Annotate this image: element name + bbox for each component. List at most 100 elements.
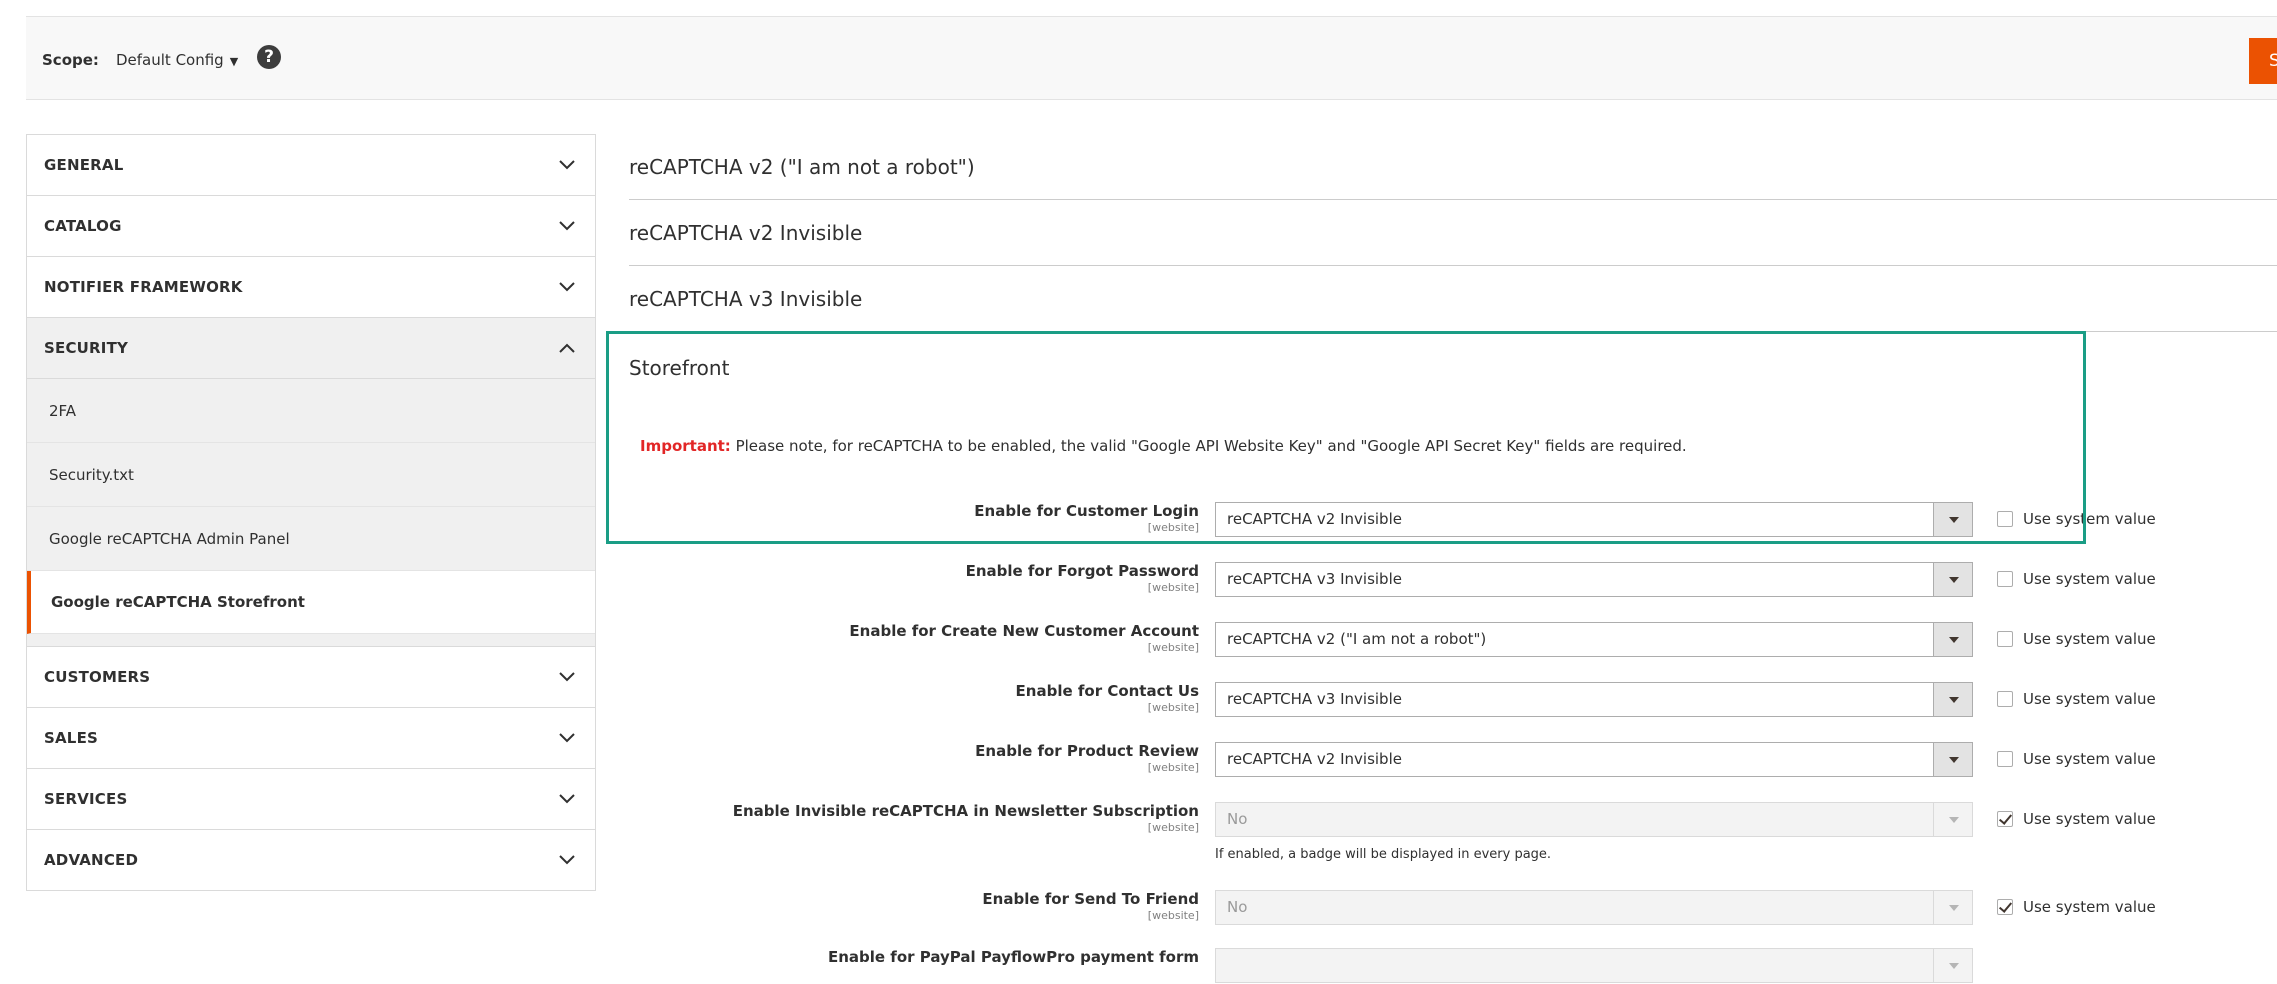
field-label: Enable Invisible reCAPTCHA in Newsletter… <box>732 802 1199 820</box>
group-recaptcha-v3-invisible[interactable]: reCAPTCHA v3 Invisible <box>629 266 2277 332</box>
question-icon[interactable]: ? <box>257 45 281 69</box>
caret-down-icon <box>1933 623 1972 656</box>
field-scope: [website] <box>1147 521 1199 534</box>
caret-down-icon <box>1933 683 1972 716</box>
use-system-checkbox[interactable] <box>1997 631 2013 647</box>
important-notice: Important: Please note, for reCAPTCHA to… <box>640 437 1687 455</box>
scope-value: Default Config <box>116 51 224 69</box>
use-system-label: Use system value <box>2023 510 2156 528</box>
use-system-value[interactable]: Use system value <box>1997 510 2156 528</box>
use-system-label: Use system value <box>2023 750 2156 768</box>
section-label: SECURITY <box>44 339 129 357</box>
create-account-select[interactable]: reCAPTCHA v2 ("I am not a robot") <box>1215 622 1973 657</box>
field-row-send-to-friend: Enable for Send To Friend [website] No U… <box>0 890 2277 926</box>
sidebar-item-2fa[interactable]: 2FA <box>27 379 595 443</box>
save-config-button[interactable]: Save Config <box>2249 38 2277 84</box>
field-label: Enable for Contact Us <box>1015 682 1199 700</box>
chevron-up-icon <box>559 343 575 353</box>
paypal-payflowpro-select[interactable] <box>1215 948 1973 983</box>
select-value: reCAPTCHA v2 Invisible <box>1227 510 1402 528</box>
field-row-newsletter: Enable Invisible reCAPTCHA in Newsletter… <box>0 802 2277 862</box>
section-label: CATALOG <box>44 217 122 235</box>
field-label: Enable for Send To Friend <box>982 890 1199 908</box>
select-value: reCAPTCHA v3 Invisible <box>1227 570 1402 588</box>
field-label: Enable for Forgot Password <box>965 562 1199 580</box>
use-system-checkbox[interactable] <box>1997 691 2013 707</box>
field-row-forgot-password: Enable for Forgot Password [website] reC… <box>0 562 2277 598</box>
caret-down-icon <box>1933 803 1972 836</box>
section-label: NOTIFIER FRAMEWORK <box>44 278 243 296</box>
scope-bar: Scope: Default Config ▼ ? <box>26 16 2277 100</box>
field-row-create-account: Enable for Create New Customer Account [… <box>0 622 2277 658</box>
select-value: No <box>1227 810 1248 828</box>
use-system-value[interactable]: Use system value <box>1997 630 2156 648</box>
select-value: reCAPTCHA v2 ("I am not a robot") <box>1227 630 1487 648</box>
chevron-down-icon <box>559 160 575 170</box>
notice-text: Please note, for reCAPTCHA to be enabled… <box>730 437 1687 455</box>
field-row-contact-us: Enable for Contact Us [website] reCAPTCH… <box>0 682 2277 718</box>
contact-us-select[interactable]: reCAPTCHA v3 Invisible <box>1215 682 1973 717</box>
use-system-label: Use system value <box>2023 570 2156 588</box>
use-system-value[interactable]: Use system value <box>1997 750 2156 768</box>
product-review-select[interactable]: reCAPTCHA v2 Invisible <box>1215 742 1973 777</box>
forgot-password-select[interactable]: reCAPTCHA v3 Invisible <box>1215 562 1973 597</box>
field-row-paypal-payflowpro: Enable for PayPal PayflowPro payment for… <box>0 948 2277 984</box>
newsletter-select[interactable]: No <box>1215 802 1973 837</box>
scope-switcher[interactable]: Default Config ▼ <box>116 51 238 69</box>
field-scope: [website] <box>1147 761 1199 774</box>
config-main: reCAPTCHA v2 ("I am not a robot") reCAPT… <box>629 134 2277 332</box>
use-system-value[interactable]: Use system value <box>1997 570 2156 588</box>
use-system-label: Use system value <box>2023 690 2156 708</box>
caret-down-icon <box>1933 563 1972 596</box>
use-system-value[interactable]: Use system value <box>1997 690 2156 708</box>
send-to-friend-select[interactable]: No <box>1215 890 1973 925</box>
use-system-label: Use system value <box>2023 630 2156 648</box>
section-general[interactable]: GENERAL <box>27 135 595 196</box>
field-scope: [website] <box>1147 581 1199 594</box>
use-system-label: Use system value <box>2023 810 2156 828</box>
caret-down-icon <box>1933 949 1972 982</box>
use-system-label: Use system value <box>2023 898 2156 916</box>
customer-login-select[interactable]: reCAPTCHA v2 Invisible <box>1215 502 1973 537</box>
field-scope: [website] <box>1147 909 1199 922</box>
field-scope: [website] <box>1147 821 1199 834</box>
group-recaptcha-v2-invisible[interactable]: reCAPTCHA v2 Invisible <box>629 200 2277 266</box>
chevron-down-icon <box>559 221 575 231</box>
group-recaptcha-v2-checkbox[interactable]: reCAPTCHA v2 ("I am not a robot") <box>629 134 2277 200</box>
field-scope: [website] <box>1147 641 1199 654</box>
select-value: reCAPTCHA v3 Invisible <box>1227 690 1402 708</box>
section-notifier-framework[interactable]: NOTIFIER FRAMEWORK <box>27 257 595 318</box>
field-label: Enable for PayPal PayflowPro payment for… <box>827 948 1199 966</box>
use-system-value[interactable]: Use system value <box>1997 810 2156 828</box>
caret-down-icon <box>1933 891 1972 924</box>
scope-label: Scope: <box>42 51 99 69</box>
section-security[interactable]: SECURITY <box>27 318 595 379</box>
chevron-down-icon <box>559 855 575 865</box>
field-note: If enabled, a badge will be displayed in… <box>1215 847 1552 862</box>
chevron-down-icon <box>559 282 575 292</box>
use-system-value[interactable]: Use system value <box>1997 898 2156 916</box>
use-system-checkbox[interactable] <box>1997 511 2013 527</box>
chevron-down-icon <box>559 672 575 682</box>
sidebar-item-security-txt[interactable]: Security.txt <box>27 443 595 507</box>
use-system-checkbox[interactable] <box>1997 571 2013 587</box>
field-row-product-review: Enable for Product Review [website] reCA… <box>0 742 2277 778</box>
section-label: GENERAL <box>44 156 124 174</box>
field-label: Enable for Product Review <box>975 742 1199 760</box>
section-catalog[interactable]: CATALOG <box>27 196 595 257</box>
group-storefront[interactable]: Storefront <box>629 356 729 380</box>
caret-down-icon <box>1933 743 1972 776</box>
caret-down-icon <box>1933 503 1972 536</box>
field-label: Enable for Create New Customer Account <box>849 622 1199 640</box>
section-label: ADVANCED <box>44 851 139 869</box>
use-system-checkbox[interactable] <box>1997 899 2013 915</box>
caret-down-icon: ▼ <box>229 55 239 68</box>
field-label: Enable for Customer Login <box>974 502 1199 520</box>
important-label: Important: <box>640 437 731 455</box>
field-row-customer-login: Enable for Customer Login [website] reCA… <box>0 502 2277 538</box>
select-value: No <box>1227 898 1248 916</box>
select-value: reCAPTCHA v2 Invisible <box>1227 750 1402 768</box>
use-system-checkbox[interactable] <box>1997 811 2013 827</box>
section-advanced[interactable]: ADVANCED <box>27 830 595 890</box>
use-system-checkbox[interactable] <box>1997 751 2013 767</box>
